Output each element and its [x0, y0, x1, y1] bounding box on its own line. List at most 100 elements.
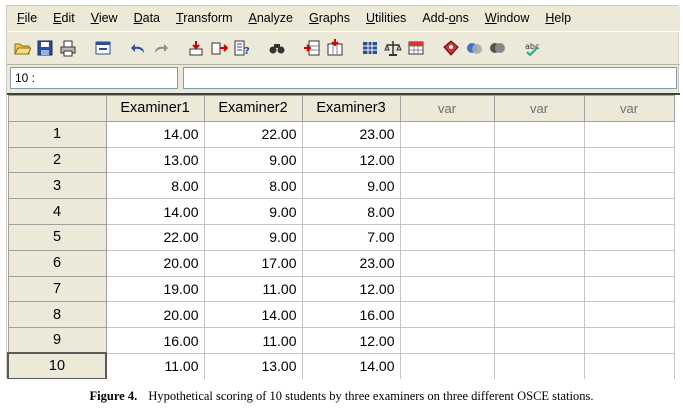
row-header[interactable]: 6	[7, 249, 107, 277]
row-header[interactable]: 8	[7, 301, 107, 329]
row-header[interactable]: 1	[7, 120, 107, 148]
menu-item[interactable]: Graphs	[301, 8, 358, 28]
data-cell[interactable]: 8.00	[301, 198, 401, 225]
data-cell[interactable]: 23.00	[301, 120, 401, 148]
row-header[interactable]: 4	[7, 198, 107, 225]
empty-cell[interactable]	[493, 301, 585, 329]
empty-cell[interactable]	[493, 120, 585, 148]
data-cell[interactable]: 11.00	[105, 352, 205, 379]
find-icon[interactable]	[266, 37, 288, 59]
empty-cell[interactable]	[493, 352, 585, 379]
data-cell[interactable]: 14.00	[203, 301, 303, 329]
menu-item[interactable]: View	[83, 8, 126, 28]
data-cell[interactable]: 19.00	[105, 275, 205, 303]
data-cell[interactable]: 13.00	[203, 352, 303, 379]
empty-cell[interactable]	[583, 249, 675, 277]
row-header[interactable]: 3	[7, 172, 107, 200]
print-icon[interactable]	[57, 37, 79, 59]
data-cell[interactable]: 16.00	[301, 301, 401, 329]
column-header[interactable]: Examiner2	[203, 95, 303, 122]
empty-cell[interactable]	[583, 327, 675, 354]
row-header[interactable]: 10	[7, 352, 107, 379]
open-folder-icon[interactable]	[11, 37, 33, 59]
empty-cell[interactable]	[583, 275, 675, 303]
weight-cases-icon[interactable]	[382, 37, 404, 59]
data-cell[interactable]: 9.00	[203, 198, 303, 225]
menu-item[interactable]: File	[9, 8, 45, 28]
data-cell[interactable]: 11.00	[203, 275, 303, 303]
goto-case-icon[interactable]	[185, 37, 207, 59]
column-header[interactable]: Examiner1	[105, 95, 205, 122]
menu-item[interactable]: Data	[126, 8, 168, 28]
data-cell[interactable]: 22.00	[203, 120, 303, 148]
data-cell[interactable]: 9.00	[301, 172, 401, 200]
row-header[interactable]: 7	[7, 275, 107, 303]
data-cell[interactable]: 8.00	[203, 172, 303, 200]
variables-info-icon[interactable]: ?	[231, 37, 253, 59]
empty-cell[interactable]	[399, 146, 495, 174]
spell-check-icon[interactable]: abc	[521, 37, 543, 59]
data-cell[interactable]: 16.00	[105, 327, 205, 354]
row-header[interactable]: 2	[7, 146, 107, 174]
data-cell[interactable]: 14.00	[105, 120, 205, 148]
insert-variable-icon[interactable]	[324, 37, 346, 59]
menu-item[interactable]: Add-ons	[414, 8, 477, 28]
data-cell[interactable]: 12.00	[301, 146, 401, 174]
empty-cell[interactable]	[493, 275, 585, 303]
insert-cases-icon[interactable]	[301, 37, 323, 59]
menu-item[interactable]: Utilities	[358, 8, 414, 28]
menu-item[interactable]: Help	[537, 8, 579, 28]
empty-cell[interactable]	[399, 172, 495, 200]
use-sets-icon[interactable]	[463, 37, 485, 59]
empty-cell[interactable]	[493, 327, 585, 354]
save-disk-icon[interactable]	[34, 37, 56, 59]
empty-cell[interactable]	[583, 223, 675, 251]
column-header-empty[interactable]: var	[583, 95, 675, 122]
data-cell[interactable]: 9.00	[203, 146, 303, 174]
value-labels-icon[interactable]	[440, 37, 462, 59]
show-all-variables-icon[interactable]	[486, 37, 508, 59]
column-header-empty[interactable]: var	[399, 95, 495, 122]
data-cell[interactable]: 8.00	[105, 172, 205, 200]
dialog-recall-icon[interactable]	[92, 37, 114, 59]
empty-cell[interactable]	[493, 198, 585, 225]
data-cell[interactable]: 20.00	[105, 301, 205, 329]
undo-icon[interactable]	[127, 37, 149, 59]
menu-item[interactable]: Edit	[45, 8, 83, 28]
empty-cell[interactable]	[399, 223, 495, 251]
empty-cell[interactable]	[399, 301, 495, 329]
empty-cell[interactable]	[399, 352, 495, 379]
empty-cell[interactable]	[493, 146, 585, 174]
data-cell[interactable]: 13.00	[105, 146, 205, 174]
empty-cell[interactable]	[583, 172, 675, 200]
data-cell[interactable]: 12.00	[301, 275, 401, 303]
menu-item[interactable]: Analyze	[241, 8, 301, 28]
data-cell[interactable]: 9.00	[203, 223, 303, 251]
empty-cell[interactable]	[583, 301, 675, 329]
data-cell[interactable]: 17.00	[203, 249, 303, 277]
empty-cell[interactable]	[583, 198, 675, 225]
data-cell[interactable]: 12.00	[301, 327, 401, 354]
data-cell[interactable]: 23.00	[301, 249, 401, 277]
goto-variable-icon[interactable]	[208, 37, 230, 59]
menu-item[interactable]: Window	[477, 8, 537, 28]
empty-cell[interactable]	[583, 352, 675, 379]
cell-value-editor[interactable]	[183, 67, 677, 89]
empty-cell[interactable]	[493, 249, 585, 277]
select-cases-icon[interactable]	[405, 37, 427, 59]
column-header-empty[interactable]: var	[493, 95, 585, 122]
split-file-icon[interactable]	[359, 37, 381, 59]
data-cell[interactable]: 14.00	[105, 198, 205, 225]
row-header[interactable]: 9	[7, 327, 107, 354]
data-cell[interactable]: 7.00	[301, 223, 401, 251]
data-cell[interactable]: 11.00	[203, 327, 303, 354]
empty-cell[interactable]	[493, 223, 585, 251]
menu-item[interactable]: Transform	[168, 8, 241, 28]
empty-cell[interactable]	[399, 198, 495, 225]
data-cell[interactable]: 14.00	[301, 352, 401, 379]
empty-cell[interactable]	[583, 146, 675, 174]
column-header[interactable]: Examiner3	[301, 95, 401, 122]
redo-icon[interactable]	[150, 37, 172, 59]
row-header[interactable]: 5	[7, 223, 107, 251]
data-cell[interactable]: 22.00	[105, 223, 205, 251]
